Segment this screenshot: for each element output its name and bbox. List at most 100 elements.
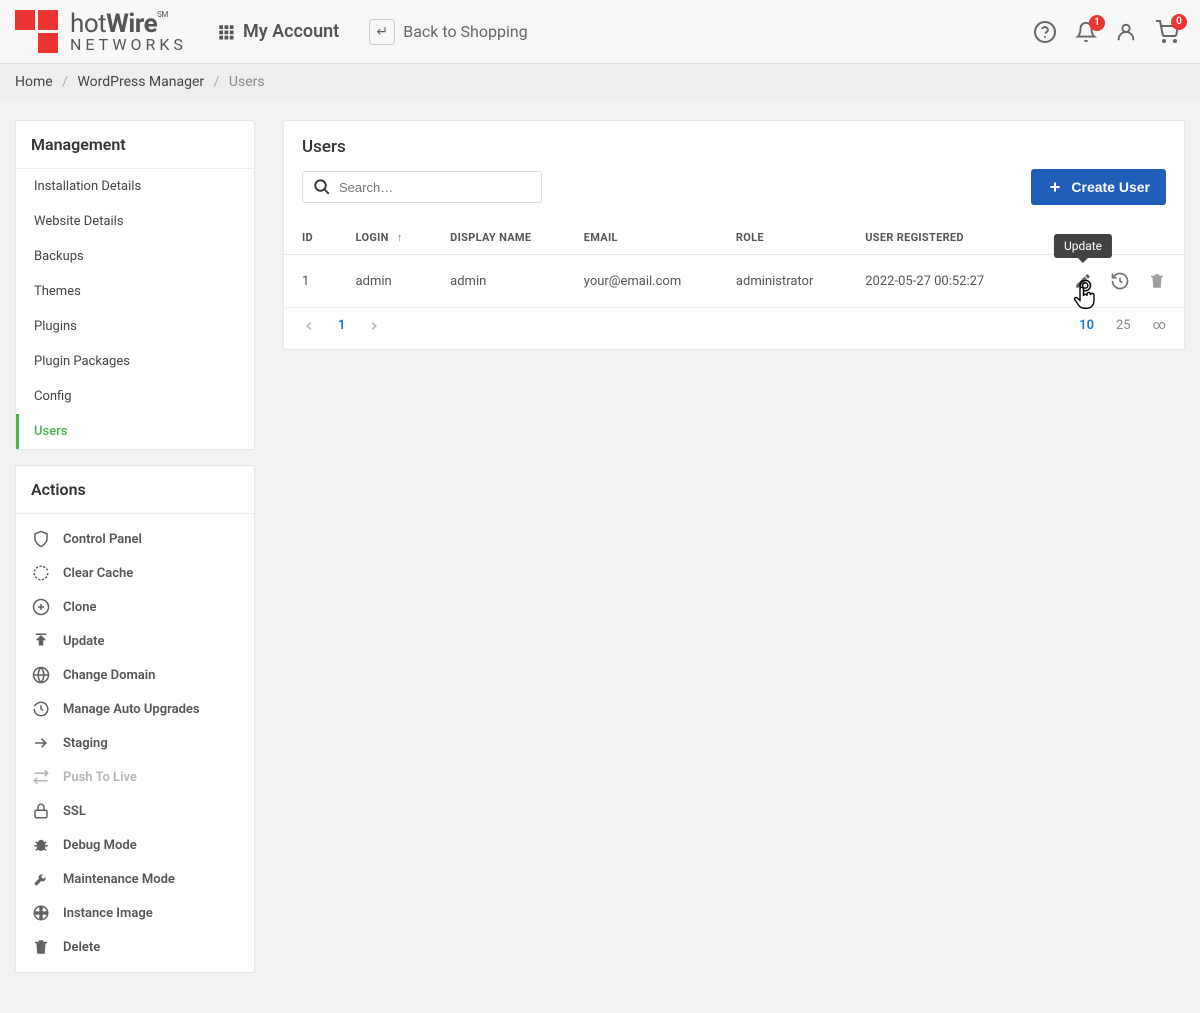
- page-size-25[interactable]: 25: [1116, 318, 1131, 333]
- notifications-badge: 1: [1089, 15, 1105, 31]
- cell-email: your@email.com: [566, 255, 718, 308]
- page-size-10[interactable]: 10: [1079, 318, 1094, 333]
- action-label: Clear Cache: [63, 566, 133, 581]
- globe-icon: [31, 666, 51, 684]
- shield-icon: [31, 530, 51, 548]
- cell-id: 1: [284, 255, 338, 308]
- action-maintenance-mode[interactable]: Maintenance Mode: [16, 862, 254, 896]
- action-label: Control Panel: [63, 532, 142, 547]
- action-label: Instance Image: [63, 906, 153, 921]
- col-id[interactable]: ID: [284, 221, 338, 255]
- action-staging[interactable]: Staging: [16, 726, 254, 760]
- sidebar-item-themes[interactable]: Themes: [16, 274, 254, 309]
- plus-icon: [1047, 179, 1063, 195]
- update-tooltip: Update: [1054, 234, 1112, 258]
- row-restore-button[interactable]: [1110, 271, 1130, 291]
- breadcrumb-home[interactable]: Home: [15, 74, 53, 90]
- notifications-icon[interactable]: 1: [1075, 21, 1097, 43]
- sidebar-item-backups[interactable]: Backups: [16, 239, 254, 274]
- sidebar-item-website-details[interactable]: Website Details: [16, 204, 254, 239]
- action-update[interactable]: Update: [16, 624, 254, 658]
- pagination: 1 10 25 ∞: [284, 308, 1184, 343]
- row-delete-button[interactable]: [1148, 272, 1166, 290]
- sidebar-item-label: Users: [34, 424, 67, 439]
- apps-icon: [217, 23, 235, 41]
- lock-icon: [31, 802, 51, 820]
- actions-panel: Actions Control Panel Clear Cache Clone …: [15, 465, 255, 973]
- swap-icon: [31, 768, 51, 786]
- breadcrumb: Home / WordPress Manager / Users: [0, 64, 1200, 100]
- action-clone[interactable]: Clone: [16, 590, 254, 624]
- action-instance-image[interactable]: Instance Image: [16, 896, 254, 930]
- cart-badge: 0: [1171, 14, 1187, 30]
- sidebar-item-label: Plugin Packages: [34, 354, 130, 369]
- sidebar-item-label: Website Details: [34, 214, 124, 229]
- col-role[interactable]: ROLE: [718, 221, 847, 255]
- search-icon: [313, 178, 331, 196]
- action-label: Clone: [63, 600, 97, 615]
- my-account-link[interactable]: My Account: [217, 21, 339, 42]
- cell-registered: 2022-05-27 00:52:27: [847, 255, 1024, 308]
- action-clear-cache[interactable]: Clear Cache: [16, 556, 254, 590]
- action-manage-auto-upgrades[interactable]: Manage Auto Upgrades: [16, 692, 254, 726]
- refresh-icon: [31, 564, 51, 582]
- sidebar-item-label: Backups: [34, 249, 84, 264]
- actions-title: Actions: [16, 466, 254, 514]
- action-label: Staging: [63, 736, 108, 751]
- sidebar-item-users[interactable]: Users: [16, 414, 254, 449]
- sidebar-item-label: Themes: [34, 284, 81, 299]
- management-title: Management: [16, 121, 254, 169]
- user-icon[interactable]: [1115, 21, 1137, 43]
- cell-role: administrator: [718, 255, 847, 308]
- page-next[interactable]: [367, 319, 381, 333]
- action-label: Delete: [63, 940, 100, 955]
- table-row: 1 admin admin your@email.com administrat…: [284, 255, 1184, 308]
- row-update-button[interactable]: Update: [1074, 272, 1092, 290]
- action-label: Change Domain: [63, 668, 155, 683]
- app-header: hotWireSM NETWORKS My Account ↵ Back to …: [0, 0, 1200, 64]
- sidebar-item-plugin-packages[interactable]: Plugin Packages: [16, 344, 254, 379]
- sort-asc-icon: ↑: [397, 231, 403, 244]
- breadcrumb-wp-manager[interactable]: WordPress Manager: [77, 74, 204, 90]
- arrow-right-icon: [31, 734, 51, 752]
- brand-logo[interactable]: hotWireSM NETWORKS: [15, 10, 187, 53]
- plus-circle-icon: [31, 598, 51, 616]
- action-change-domain[interactable]: Change Domain: [16, 658, 254, 692]
- back-to-shopping-label: Back to Shopping: [403, 22, 527, 41]
- action-label: Push To Live: [63, 770, 137, 785]
- users-card: Users Create User ID LOGIN↑ DISPLAY NAME: [283, 120, 1185, 350]
- action-ssl[interactable]: SSL: [16, 794, 254, 828]
- search-input[interactable]: [339, 180, 531, 195]
- history-icon: [31, 700, 51, 718]
- page-current[interactable]: 1: [338, 318, 345, 333]
- action-label: SSL: [63, 804, 86, 819]
- page-size-infinite[interactable]: ∞: [1153, 318, 1166, 333]
- back-to-shopping-link[interactable]: ↵ Back to Shopping: [369, 19, 527, 45]
- page-prev[interactable]: [302, 319, 316, 333]
- logo-icon: [15, 10, 58, 53]
- help-icon[interactable]: [1033, 20, 1057, 44]
- action-debug-mode[interactable]: Debug Mode: [16, 828, 254, 862]
- sidebar-item-installation-details[interactable]: Installation Details: [16, 169, 254, 204]
- sidebar-item-label: Config: [34, 389, 72, 404]
- col-registered[interactable]: USER REGISTERED: [847, 221, 1024, 255]
- col-display-name[interactable]: DISPLAY NAME: [432, 221, 566, 255]
- search-box[interactable]: [302, 171, 542, 203]
- sidebar-item-plugins[interactable]: Plugins: [16, 309, 254, 344]
- breadcrumb-current: Users: [229, 74, 265, 90]
- sidebar-item-config[interactable]: Config: [16, 379, 254, 414]
- action-control-panel[interactable]: Control Panel: [16, 522, 254, 556]
- cell-login: admin: [338, 255, 433, 308]
- cart-icon[interactable]: 0: [1155, 20, 1179, 44]
- create-user-button[interactable]: Create User: [1031, 169, 1166, 205]
- action-delete[interactable]: Delete: [16, 930, 254, 964]
- arrow-up-icon: [31, 632, 51, 650]
- film-icon: [31, 904, 51, 922]
- col-login[interactable]: LOGIN↑: [338, 221, 433, 255]
- management-panel: Management Installation Details Website …: [15, 120, 255, 450]
- return-key-icon: ↵: [369, 19, 395, 45]
- action-label: Maintenance Mode: [63, 872, 175, 887]
- users-table: ID LOGIN↑ DISPLAY NAME EMAIL ROLE USER R…: [284, 221, 1184, 308]
- bug-icon: [31, 836, 51, 854]
- col-email[interactable]: EMAIL: [566, 221, 718, 255]
